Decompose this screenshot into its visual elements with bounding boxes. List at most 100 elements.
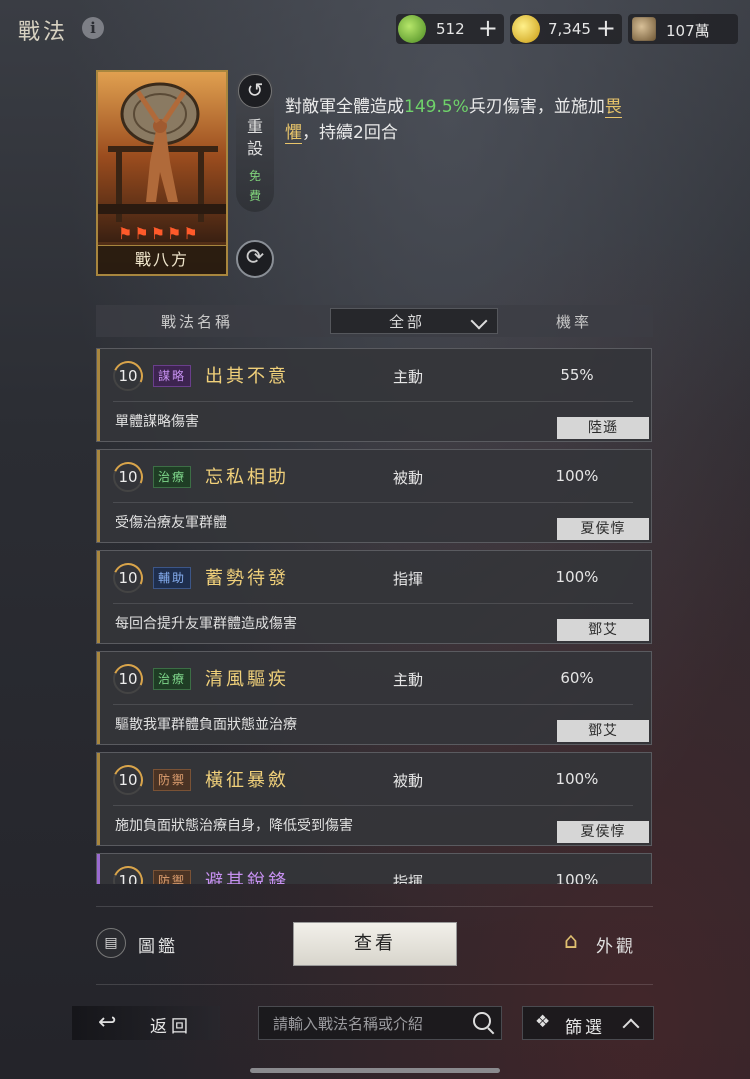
skill-rate: 55% (560, 366, 594, 384)
skill-description: 施加負面狀態治療自身，降低受到傷害 (115, 818, 353, 834)
filter-icon: ❖ (535, 1012, 551, 1032)
footer-divider (96, 984, 653, 985)
add-jade-button[interactable]: + (478, 15, 498, 41)
skill-category-tag: 防禦 (153, 870, 192, 884)
desc-suffix: ，持續2回合 (302, 123, 398, 143)
free-label: 免費 (249, 169, 262, 203)
row-divider (113, 704, 633, 705)
pavilion-icon: ⌂ (564, 929, 578, 954)
gold-amount: 7,345 (548, 20, 591, 38)
filter-label: 篩選 (565, 1018, 605, 1038)
copper-coin-icon (632, 17, 656, 41)
desc-mid: 兵刃傷害，並施加 (468, 97, 605, 117)
info-icon[interactable]: i (82, 17, 104, 39)
skill-card-name: 戰八方 (98, 245, 226, 274)
skill-name: 忘私相助 (205, 467, 289, 488)
skill-row[interactable]: 10 防禦 避其銳鋒 指揮 100% (96, 853, 652, 884)
column-name-header: 戰法名稱 (161, 313, 234, 331)
jade-amount: 512 (436, 20, 465, 38)
codex-icon: ▤ (96, 928, 126, 958)
desc-prefix: 對敵軍全體造成 (285, 97, 404, 117)
column-rate-header: 機率 (556, 313, 593, 331)
bottom-divider (96, 906, 653, 907)
skill-row[interactable]: 10 治療 清風驅疾 主動 60% 驅散我軍群體負面狀態並治療 鄧艾 (96, 651, 652, 745)
back-label: 返回 (150, 1017, 192, 1037)
reset-icon[interactable]: ↺ (238, 74, 272, 108)
skill-level-badge: 10 (113, 866, 143, 884)
jade-currency: 512 + (396, 14, 504, 44)
skill-name: 清風驅疾 (205, 669, 289, 690)
skill-category-tag: 治療 (153, 466, 192, 488)
back-arrow-icon: ↩ (98, 1010, 117, 1035)
table-header: 戰法名稱 全部 機率 (96, 305, 653, 337)
skill-description: 受傷治療友軍群體 (115, 515, 227, 531)
top-bar: 戰法 i 512 + 7,345 + 107萬 (0, 0, 750, 58)
search-box[interactable] (258, 1006, 502, 1040)
skill-rate: 100% (555, 770, 599, 788)
skill-row[interactable]: 10 輔助 蓄勢待發 指揮 100% 每回合提升友軍群體造成傷害 鄧艾 (96, 550, 652, 644)
skill-type: 指揮 (393, 570, 424, 588)
copper-currency: 107萬 (628, 14, 738, 44)
skill-list[interactable]: 10 謀略 出其不意 主動 55% 單體謀略傷害 陸遜 10 治療 忘私相助 被… (96, 348, 654, 884)
add-gold-button[interactable]: + (596, 15, 616, 41)
page-title: 戰法 (18, 20, 69, 45)
search-input[interactable] (271, 1011, 465, 1037)
skill-level-badge: 10 (113, 664, 143, 694)
skill-card[interactable]: ⚑⚑⚑⚑⚑ 戰八方 (96, 70, 228, 276)
skill-description: 每回合提升友軍群體造成傷害 (115, 616, 297, 632)
skill-name: 蓄勢待發 (205, 568, 289, 589)
skill-row[interactable]: 10 謀略 出其不意 主動 55% 單體謀略傷害 陸遜 (96, 348, 652, 442)
chevron-down-icon (470, 312, 488, 330)
skill-owner[interactable]: 陸遜 (557, 417, 649, 439)
row-divider (113, 401, 633, 402)
skill-type: 被動 (393, 469, 424, 487)
skill-row[interactable]: 10 治療 忘私相助 被動 100% 受傷治療友軍群體 夏侯惇 (96, 449, 652, 543)
reset-label[interactable]: 重設 (247, 116, 265, 160)
swap-icon[interactable]: ⟳ (236, 240, 274, 278)
skill-category-tag: 治療 (153, 668, 192, 690)
star-rating: ⚑⚑⚑⚑⚑ (118, 224, 200, 243)
reset-panel[interactable]: ↺ 重設 免費 (236, 72, 274, 212)
skill-type: 主動 (393, 671, 424, 689)
skill-category-tag: 防禦 (153, 769, 192, 791)
skill-rate: 100% (555, 467, 599, 485)
gold-coin-icon (512, 15, 540, 43)
home-indicator[interactable] (250, 1068, 500, 1073)
skill-name: 出其不意 (205, 366, 289, 387)
skill-rate: 60% (560, 669, 594, 687)
skill-level-badge: 10 (113, 563, 143, 593)
copper-amount: 107萬 (666, 22, 710, 40)
skill-owner[interactable]: 鄧艾 (557, 720, 649, 742)
back-button[interactable]: ↩ 返回 (72, 1006, 220, 1040)
filter-button[interactable]: ❖ 篩選 (522, 1006, 654, 1040)
gold-currency: 7,345 + (510, 14, 622, 44)
skill-owner[interactable]: 夏侯惇 (557, 518, 649, 540)
skill-type: 主動 (393, 368, 424, 386)
skill-name: 避其銳鋒 (205, 871, 289, 884)
skill-name: 橫征暴斂 (205, 770, 289, 791)
skill-type: 被動 (393, 772, 424, 790)
category-dropdown[interactable]: 全部 (330, 308, 498, 334)
damage-value: 149.5% (404, 97, 469, 117)
jade-icon (398, 15, 426, 43)
search-icon[interactable] (473, 1012, 491, 1030)
skill-card-art (98, 72, 226, 242)
view-button[interactable]: 查看 (293, 922, 457, 966)
row-divider (113, 502, 633, 503)
skill-owner[interactable]: 鄧艾 (557, 619, 649, 641)
skill-row[interactable]: 10 防禦 橫征暴斂 被動 100% 施加負面狀態治療自身，降低受到傷害 夏侯惇 (96, 752, 652, 846)
skill-description: 對敵軍全體造成149.5%兵刃傷害，並施加畏懼，持續2回合 (285, 94, 625, 146)
row-divider (113, 805, 633, 806)
row-divider (113, 603, 633, 604)
skill-description: 驅散我軍群體負面狀態並治療 (115, 717, 297, 733)
chevron-up-icon (622, 1018, 640, 1036)
skill-category-tag: 謀略 (153, 365, 192, 387)
skill-category-tag: 輔助 (153, 567, 192, 589)
skill-level-badge: 10 (113, 361, 143, 391)
category-dropdown-value: 全部 (389, 313, 426, 331)
footer-bar: ↩ 返回 ❖ 篩選 (0, 1000, 750, 1050)
skill-owner[interactable]: 夏侯惇 (557, 821, 649, 843)
skill-description: 單體謀略傷害 (115, 414, 199, 430)
codex-label: 圖鑑 (138, 937, 178, 957)
appearance-label: 外觀 (596, 937, 636, 957)
